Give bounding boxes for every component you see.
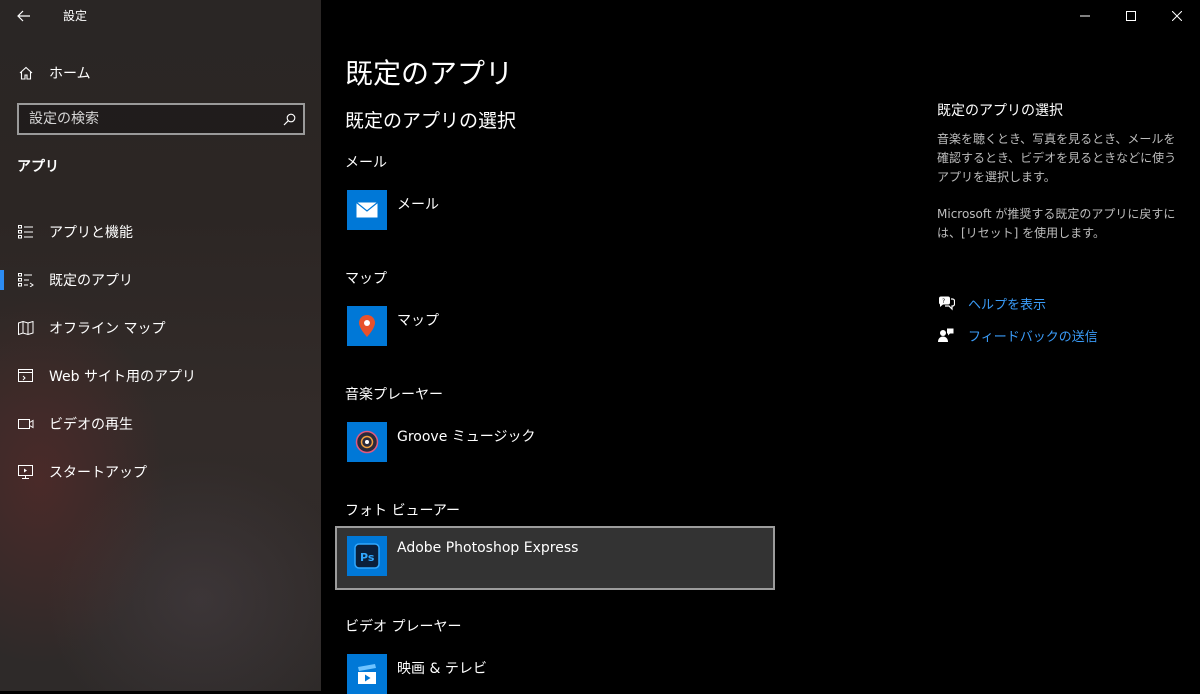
sidebar-home-label: ホーム bbox=[49, 66, 91, 82]
category-label: ビデオ プレーヤー bbox=[345, 619, 462, 635]
maximize-icon bbox=[1126, 11, 1136, 21]
feedback-link[interactable]: フィードバックの送信 bbox=[937, 326, 1098, 345]
default-apps-icon bbox=[17, 273, 35, 287]
page-title: 既定のアプリ bbox=[345, 57, 514, 90]
help-chat-icon: ? bbox=[937, 296, 955, 311]
category-photo-viewer: フォト ビューアー Ps Adobe Photoshop Express bbox=[335, 500, 905, 590]
photoshop-express-icon: Ps bbox=[347, 536, 387, 576]
svg-text:Ps: Ps bbox=[360, 551, 375, 564]
category-music-player: 音楽プレーヤー Groove ミュージック bbox=[345, 384, 905, 462]
related-info-pane: 既定のアプリの選択 音楽を聴くとき、写真を見るとき、メールを確認するとき、ビデオ… bbox=[937, 100, 1187, 345]
default-app-tile[interactable]: メール bbox=[335, 180, 775, 244]
sidebar-item-label: ビデオの再生 bbox=[49, 417, 133, 433]
sidebar-item-offline-maps[interactable]: オフライン マップ bbox=[0, 304, 321, 352]
app-name: Groove ミュージック bbox=[397, 429, 536, 445]
feedback-link-label: フィードバックの送信 bbox=[968, 330, 1098, 345]
sidebar-item-label: アプリと機能 bbox=[49, 225, 133, 241]
sidebar-item-apps-for-websites[interactable]: Web サイト用のアプリ bbox=[0, 352, 321, 400]
maps-app-icon bbox=[347, 306, 387, 346]
app-name: Adobe Photoshop Express bbox=[397, 540, 579, 556]
search-input[interactable] bbox=[19, 110, 275, 128]
main-content: 既定のアプリ 既定のアプリの選択 メール メール マップ マップ 音楽プレーヤー… bbox=[335, 0, 905, 694]
sidebar-home[interactable]: ホーム bbox=[0, 58, 321, 88]
apps-features-icon bbox=[17, 225, 35, 239]
default-app-tile[interactable]: マップ bbox=[335, 296, 775, 360]
sidebar-item-label: スタートアップ bbox=[49, 465, 147, 481]
close-icon bbox=[1172, 11, 1182, 21]
sidebar-item-label: オフライン マップ bbox=[49, 321, 166, 337]
reset-note: Microsoft が推奨する既定のアプリに戻すには、[リセット] を使用します… bbox=[937, 207, 1176, 240]
home-icon bbox=[19, 66, 33, 80]
minimize-icon bbox=[1080, 15, 1090, 17]
sidebar-section-label: アプリ bbox=[17, 159, 59, 175]
category-mail: メール メール bbox=[345, 152, 905, 230]
search-box[interactable] bbox=[17, 103, 305, 135]
sidebar-item-video-playback[interactable]: ビデオの再生 bbox=[0, 400, 321, 448]
back-arrow-icon bbox=[17, 10, 30, 22]
mail-app-icon bbox=[347, 190, 387, 230]
default-app-tile[interactable]: 映画 & テレビ bbox=[335, 644, 775, 694]
apps-for-websites-icon bbox=[17, 369, 35, 383]
back-button[interactable] bbox=[8, 3, 40, 29]
category-label: 音楽プレーヤー bbox=[345, 387, 443, 403]
sidebar-item-default-apps[interactable]: 既定のアプリ bbox=[0, 256, 321, 304]
related-title: 既定のアプリの選択 bbox=[937, 103, 1063, 119]
default-app-tile[interactable]: Groove ミュージック bbox=[335, 412, 775, 476]
sidebar-item-startup[interactable]: スタートアップ bbox=[0, 448, 321, 496]
close-button[interactable] bbox=[1154, 0, 1200, 32]
app-name: メール bbox=[397, 197, 439, 213]
category-video-player: ビデオ プレーヤー 映画 & テレビ bbox=[345, 616, 905, 694]
sidebar-nav: アプリと機能 既定のアプリ オフライン マップ Web サイト用のアプリ ビデオ… bbox=[0, 208, 321, 496]
video-playback-icon bbox=[17, 417, 35, 431]
feedback-icon bbox=[937, 328, 955, 343]
section-title: 既定のアプリの選択 bbox=[345, 110, 517, 132]
app-title: 設定 bbox=[63, 9, 88, 23]
search-icon[interactable] bbox=[275, 113, 303, 126]
sidebar-item-label: 既定のアプリ bbox=[49, 273, 133, 289]
groove-music-icon bbox=[347, 422, 387, 462]
category-label: マップ bbox=[345, 271, 387, 287]
category-label: フォト ビューアー bbox=[345, 503, 461, 519]
help-link-label: ヘルプを表示 bbox=[968, 298, 1047, 313]
app-name: 映画 & テレビ bbox=[397, 661, 487, 677]
sidebar: 設定 ホーム アプリ bbox=[0, 0, 321, 691]
category-maps: マップ マップ bbox=[345, 268, 905, 346]
minimize-button[interactable] bbox=[1062, 0, 1108, 32]
movies-tv-icon bbox=[347, 654, 387, 694]
default-app-tile[interactable]: Ps Adobe Photoshop Express bbox=[335, 526, 775, 590]
window-controls bbox=[1062, 0, 1200, 32]
sidebar-item-apps-features[interactable]: アプリと機能 bbox=[0, 208, 321, 256]
maximize-button[interactable] bbox=[1108, 0, 1154, 32]
category-label: メール bbox=[345, 155, 387, 171]
offline-maps-icon bbox=[17, 321, 35, 335]
svg-text:?: ? bbox=[942, 298, 945, 305]
help-link[interactable]: ? ヘルプを表示 bbox=[937, 294, 1046, 313]
startup-icon bbox=[17, 465, 35, 479]
related-description: 音楽を聴くとき、写真を見るとき、メールを確認するとき、ビデオを見るときなどに使う… bbox=[937, 132, 1177, 184]
app-name: マップ bbox=[397, 313, 439, 329]
sidebar-item-label: Web サイト用のアプリ bbox=[49, 369, 196, 385]
